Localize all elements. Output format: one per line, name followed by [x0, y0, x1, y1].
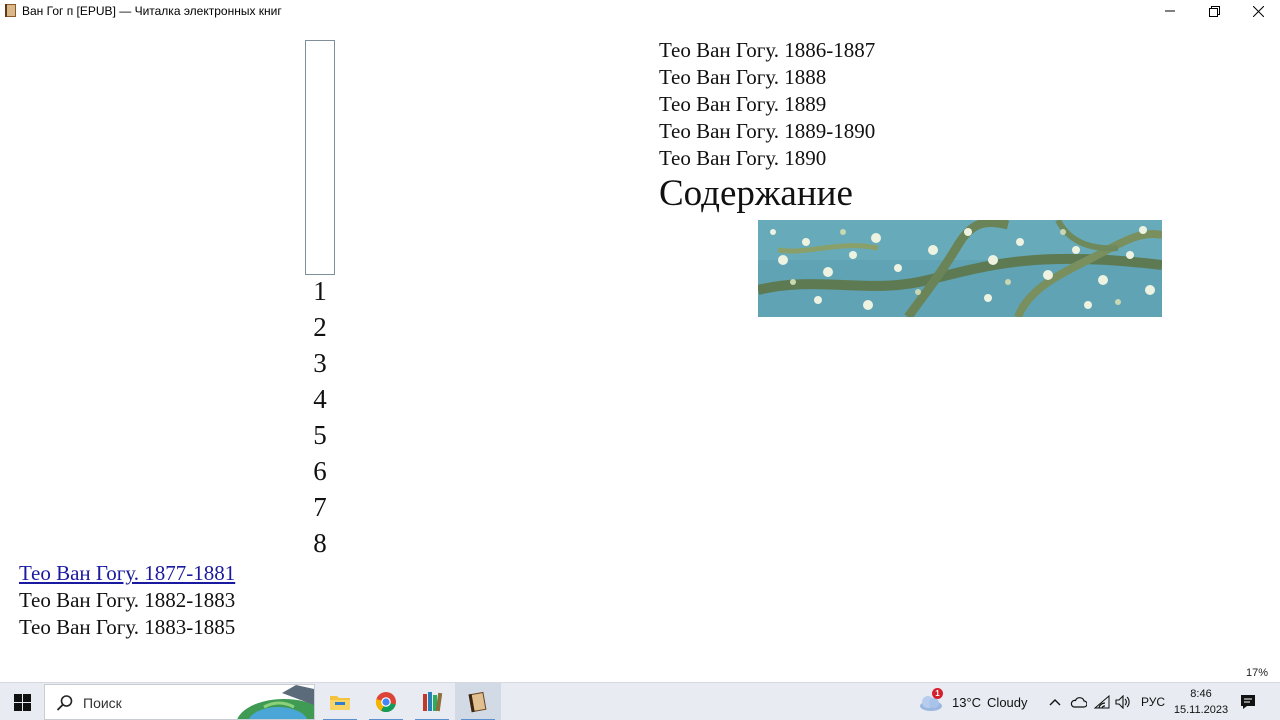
books-icon	[423, 692, 443, 712]
chrome-icon	[375, 692, 396, 713]
search-box[interactable]: Поиск	[44, 684, 315, 720]
toc-entry[interactable]: Тео Ван Гогу. 1889-1890	[659, 118, 875, 145]
onedrive-tray[interactable]	[1069, 694, 1087, 710]
search-highlight-art	[237, 685, 314, 719]
file-explorer-icon	[330, 696, 350, 710]
clock-date: 15.11.2023	[1173, 704, 1229, 716]
toc-entry[interactable]: Тео Ван Гогу. 1888	[659, 64, 826, 91]
minimize-button[interactable]	[1148, 0, 1192, 22]
minimize-icon	[1165, 10, 1175, 12]
toc-link[interactable]: Тео Ван Гогу. 1877-1881	[19, 560, 235, 587]
toc-entry[interactable]: Тео Ван Гогу. 1889	[659, 91, 826, 118]
almond-blossom-painting	[758, 220, 1162, 317]
reading-progress: 17%	[1245, 667, 1268, 679]
window-title: Ван Гог п [EPUB] — Читалка электронных к…	[22, 4, 282, 18]
search-placeholder: Поиск	[83, 695, 122, 711]
close-icon	[1252, 5, 1264, 17]
toc-link-text[interactable]: Тео Ван Гогу. 1877-1881	[19, 561, 235, 585]
clock-time: 8:46	[1190, 688, 1212, 700]
clock[interactable]: 8:46 15.11.2023	[1170, 686, 1232, 718]
page-number-digit: 8	[313, 528, 327, 558]
taskbar: Поиск 1 13°C Cloudy РУС 8:46 15.11.2023	[0, 682, 1280, 720]
weather-widget[interactable]: 1 13°C Cloudy	[918, 683, 1028, 720]
notification-icon	[1241, 695, 1255, 709]
taskbar-app-books[interactable]	[409, 683, 455, 720]
painting-image	[758, 220, 1162, 317]
volume-tray[interactable]	[1114, 694, 1132, 710]
wifi-icon	[1094, 695, 1110, 709]
ebook-reader-icon	[468, 691, 487, 713]
show-hidden-icons-button[interactable]	[1046, 694, 1064, 710]
cloud-icon: 1	[918, 688, 944, 712]
title-bar[interactable]: Ван Гог п [EPUB] — Читалка электронных к…	[0, 0, 1280, 22]
weather-temperature: 13°C	[952, 694, 982, 710]
book-app-icon	[5, 4, 16, 17]
page-number-digit: 5	[313, 420, 327, 450]
taskbar-app-ebook-reader[interactable]	[455, 683, 501, 720]
taskbar-app-chrome[interactable]	[363, 683, 409, 720]
page-number-digit: 2	[313, 312, 327, 342]
speaker-icon	[1115, 695, 1130, 709]
toc-entry[interactable]: Тео Ван Гогу. 1886-1887	[659, 37, 875, 64]
restore-icon	[1208, 5, 1220, 17]
notifications-button[interactable]	[1238, 693, 1258, 711]
page-number-digit: 1	[313, 276, 327, 306]
page-number-digit: 3	[313, 348, 327, 378]
input-language[interactable]: РУС	[1141, 695, 1165, 709]
page-number-digit: 4	[313, 384, 327, 414]
page-number-digit: 6	[313, 456, 327, 486]
close-button[interactable]	[1236, 0, 1280, 22]
search-icon	[56, 695, 73, 711]
weather-alert-badge: 1	[932, 688, 943, 699]
toc-entry[interactable]: Тео Ван Гогу. 1890	[659, 145, 826, 172]
empty-frame-box	[305, 40, 335, 275]
page-number-digit: 7	[313, 492, 327, 522]
network-tray[interactable]	[1093, 694, 1111, 710]
windows-logo-icon	[13, 693, 31, 711]
onedrive-cloud-icon	[1070, 696, 1087, 708]
toc-entry[interactable]: Тео Ван Гогу. 1882-1883	[19, 587, 235, 614]
contents-heading: Содержание	[659, 173, 853, 214]
restore-button[interactable]	[1192, 0, 1236, 22]
taskbar-app-file-explorer[interactable]	[317, 683, 363, 720]
toc-entry[interactable]: Тео Ван Гогу. 1883-1885	[19, 614, 235, 641]
chevron-up-icon	[1049, 699, 1061, 706]
weather-condition: Cloudy	[987, 694, 1028, 710]
start-button[interactable]	[0, 683, 44, 720]
